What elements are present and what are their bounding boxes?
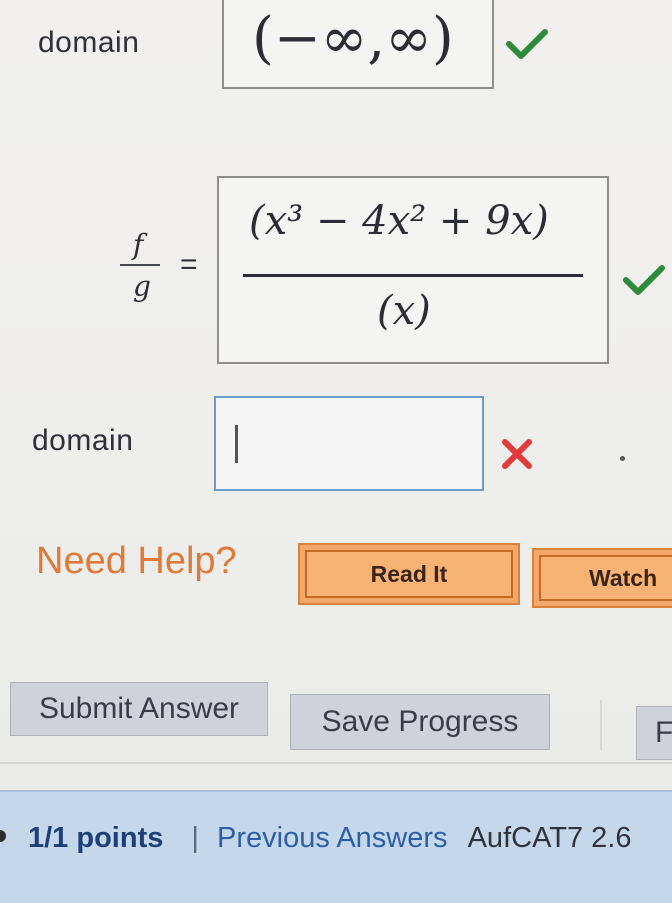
footer-row: 1/1 points | Previous Answers AufCAT7 2.… [28,822,631,855]
fraction-denominator: (x) [377,288,431,334]
domain-label-1: domain [38,26,140,59]
partial-button[interactable]: F [636,706,672,760]
text-cursor [235,425,238,463]
read-it-label: Read It [370,560,448,587]
incorrect-x-icon [502,439,532,469]
read-it-button-inner: Read It [305,550,513,598]
footer-bar: 1/1 points | Previous Answers AufCAT7 2.… [0,790,672,903]
course-code: AufCAT7 2.6 [467,822,632,854]
submit-answer-label: Submit Answer [38,692,240,725]
points-text: 1/1 points [28,822,164,854]
save-progress-label: Save Progress [321,705,519,738]
fraction-answer-box[interactable]: (x³ − 4x² + 9x) (x) [217,176,609,364]
watch-button[interactable]: Watch [532,548,672,608]
watch-label: Watch [589,564,658,591]
fraction-label-bar [120,264,160,266]
watch-button-inner: Watch [539,555,672,601]
fraction-label-bottom: g [133,270,151,303]
partial-button-label: F [655,716,672,749]
domain-answer-1: (−∞,∞) [252,6,454,71]
action-divider [600,700,602,750]
speck [620,456,625,461]
check-icon-1 [506,29,548,59]
fraction-label: f g [118,228,168,328]
submit-answer-button[interactable]: Submit Answer [10,682,268,736]
separator-line [0,762,672,764]
read-it-button[interactable]: Read It [298,543,520,605]
fraction-bar [243,274,583,277]
footer-separator: | [191,822,199,854]
check-icon-2 [623,265,665,295]
save-progress-button[interactable]: Save Progress [290,694,550,750]
need-help-label: Need Help? [36,540,237,582]
equals-sign: = [180,248,199,281]
fraction-numerator: (x³ − 4x² + 9x) [249,198,549,244]
footer-bullet [0,830,6,842]
domain-input-field[interactable] [214,396,484,491]
domain-answer-box-1[interactable]: (−∞,∞) [222,0,494,89]
domain-label-2: domain [32,424,134,457]
previous-answers-link[interactable]: Previous Answers [217,822,448,854]
fraction-label-top: f [133,228,144,261]
